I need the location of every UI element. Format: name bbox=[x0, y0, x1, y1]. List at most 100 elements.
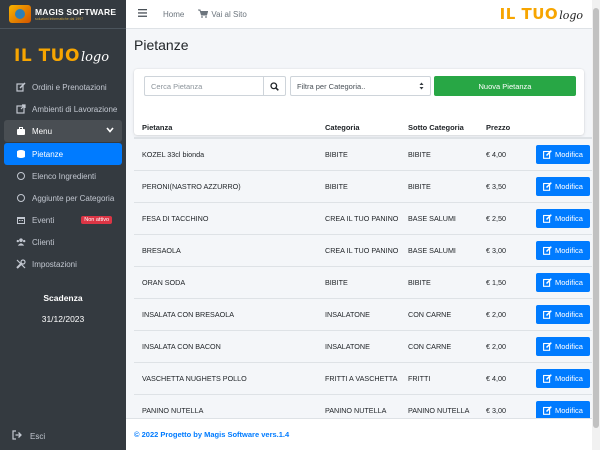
dish-subcategory-cell: CON CARNE bbox=[400, 297, 478, 330]
search-group bbox=[144, 76, 288, 96]
header-logo: IL TUO logo bbox=[500, 5, 583, 23]
dish-name-cell: PERONI(NASTRO AZZURRO) bbox=[134, 169, 317, 202]
sidebar-item-ingredienti[interactable]: Elenco Ingredienti bbox=[4, 165, 122, 187]
edit-dish-label: Modifica bbox=[555, 277, 583, 287]
edit-dish-label: Modifica bbox=[555, 245, 583, 255]
dish-name-cell: KOZEL 33cl bionda bbox=[134, 137, 317, 170]
database-icon bbox=[16, 149, 26, 159]
hamburger-menu-icon[interactable] bbox=[138, 8, 147, 20]
dish-actions-cell: Modifica bbox=[528, 201, 592, 234]
dish-actions-cell: Modifica bbox=[528, 329, 592, 362]
dish-name-cell: INSALATA CON BACON bbox=[134, 329, 317, 362]
sidebar-item-menu[interactable]: Menu bbox=[4, 120, 122, 142]
dish-name-cell: INSALATA CON BRESAOLA bbox=[134, 297, 317, 330]
calendar-icon bbox=[16, 215, 26, 225]
dish-price-cell: € 4,00 bbox=[478, 137, 528, 170]
edit-dish-button[interactable]: Modifica bbox=[536, 272, 590, 292]
sidebar-item-eventi[interactable]: Eventi Non attivo bbox=[4, 209, 122, 231]
dish-subcategory-cell: BIBITE bbox=[400, 169, 478, 202]
logout-button[interactable]: Esci bbox=[12, 430, 45, 442]
top-navbar: Home Vai al Sito IL TUO logo bbox=[126, 0, 600, 29]
external-link-icon bbox=[16, 104, 26, 114]
sidebar-item-clienti[interactable]: Clienti bbox=[4, 231, 122, 253]
sidebar-item-label: Menu bbox=[32, 126, 53, 136]
edit-dish-button[interactable]: Modifica bbox=[536, 400, 590, 418]
home-link[interactable]: Home bbox=[163, 10, 184, 19]
page-scrollbar[interactable] bbox=[592, 0, 600, 450]
footer: © 2022 Progetto by Magis Software vers.1… bbox=[126, 418, 600, 450]
scrollbar-thumb[interactable] bbox=[593, 8, 599, 428]
footer-text: © 2022 Progetto by Magis Software vers.1… bbox=[134, 430, 289, 439]
dish-name-cell: ORAN SODA bbox=[134, 265, 317, 298]
sidebar-item-label: Eventi bbox=[32, 215, 55, 225]
dish-category-cell: BIBITE bbox=[317, 169, 400, 202]
users-icon bbox=[16, 237, 26, 247]
dish-subcategory-cell: BIBITE bbox=[400, 265, 478, 298]
dish-category-cell: INSALATONE bbox=[317, 329, 400, 362]
sidebar-item-ambienti[interactable]: Ambienti di Lavorazione bbox=[4, 98, 122, 120]
search-button[interactable] bbox=[264, 76, 286, 96]
table-row: ORAN SODA BIBITE BIBITE € 1,50 Modifica bbox=[134, 265, 592, 298]
logo-main-text: IL TUO bbox=[14, 46, 80, 66]
edit-dish-button[interactable]: Modifica bbox=[536, 144, 590, 164]
brand-logo-icon bbox=[9, 5, 31, 23]
sidebar: MAGIS SOFTWARE soluzioni informatiche da… bbox=[0, 0, 126, 450]
search-input[interactable] bbox=[144, 76, 264, 96]
edit-dish-button[interactable]: Modifica bbox=[536, 336, 590, 356]
edit-dish-button[interactable]: Modifica bbox=[536, 240, 590, 260]
main-content: Pietanze Filtra per Categoria.. Nuova Pi… bbox=[126, 29, 600, 450]
dish-category-cell: CREA IL TUO PANINO bbox=[317, 201, 400, 234]
footer-copyright: © 2022 Progetto by Magis Software bbox=[134, 430, 260, 439]
circle-icon bbox=[16, 193, 26, 203]
column-header-subcategory[interactable]: Sotto Categoria bbox=[400, 118, 478, 139]
dish-category-cell: BIBITE bbox=[317, 265, 400, 298]
dish-category-cell: BIBITE bbox=[317, 137, 400, 170]
logo-main-text: IL TUO bbox=[499, 5, 559, 23]
deadline: Scadenza 31/12/2023 bbox=[0, 293, 126, 324]
edit-icon bbox=[543, 373, 552, 383]
dish-price-cell: € 4,00 bbox=[478, 361, 528, 394]
brand[interactable]: MAGIS SOFTWARE soluzioni informatiche da… bbox=[0, 0, 126, 29]
column-header-category[interactable]: Categoria bbox=[317, 118, 400, 139]
sidebar-item-ordini[interactable]: Ordini e Prenotazioni bbox=[4, 76, 122, 98]
site-link[interactable]: Vai al Sito bbox=[198, 8, 247, 20]
column-header-price[interactable]: Prezzo bbox=[478, 118, 528, 139]
category-filter-select[interactable]: Filtra per Categoria.. bbox=[290, 76, 431, 96]
dish-price-cell: € 2,00 bbox=[478, 297, 528, 330]
edit-dish-label: Modifica bbox=[555, 341, 583, 351]
table-row: INSALATA CON BACON INSALATONE CON CARNE € 2… bbox=[134, 329, 592, 362]
sidebar-item-pietanze[interactable]: Pietanze bbox=[4, 143, 122, 165]
logout-label: Esci bbox=[30, 431, 46, 441]
sidebar-item-label: Impostazioni bbox=[32, 259, 77, 269]
column-header-name[interactable]: Pietanza bbox=[134, 118, 317, 139]
edit-dish-button[interactable]: Modifica bbox=[536, 176, 590, 196]
edit-dish-button[interactable]: Modifica bbox=[536, 208, 590, 228]
new-dish-button[interactable]: Nuova Pietanza bbox=[434, 76, 576, 96]
sign-out-icon bbox=[12, 430, 22, 442]
dish-actions-cell: Modifica bbox=[528, 137, 592, 170]
sidebar-item-aggiunte[interactable]: Aggiunte per Categoria bbox=[4, 187, 122, 209]
edit-icon bbox=[16, 82, 26, 92]
table-row: KOZEL 33cl bionda BIBITE BIBITE € 4,00 Modif… bbox=[134, 137, 592, 170]
table-row: INSALATA CON BRESAOLA INSALATONE CON CARNE… bbox=[134, 297, 592, 330]
circle-icon bbox=[16, 171, 26, 181]
dish-subcategory-cell: BASE SALUMI bbox=[400, 201, 478, 234]
dish-name-cell: BRESAOLA bbox=[134, 233, 317, 266]
edit-dish-button[interactable]: Modifica bbox=[536, 368, 590, 388]
table-row: PERONI(NASTRO AZZURRO) BIBITE BIBITE € 3,50… bbox=[134, 169, 592, 202]
select-arrows-icon bbox=[419, 82, 424, 90]
dish-actions-cell: Modifica bbox=[528, 169, 592, 202]
chevron-down-icon bbox=[106, 127, 114, 135]
sidebar-logo: IL TUO logo bbox=[14, 46, 126, 76]
dish-subcategory-cell: CON CARNE bbox=[400, 329, 478, 362]
table-row: PANINO NUTELLA PANINO NUTELLA PANINO NUTEL… bbox=[134, 393, 592, 418]
sidebar-item-label: Pietanze bbox=[32, 149, 64, 159]
logo-script-text: logo bbox=[559, 9, 583, 22]
dishes-table: Pietanza Categoria Sotto Categoria Prezz… bbox=[134, 118, 592, 418]
dish-price-cell: € 3,00 bbox=[478, 233, 528, 266]
sidebar-item-impostazioni[interactable]: Impostazioni bbox=[4, 253, 122, 275]
dish-price-cell: € 1,50 bbox=[478, 265, 528, 298]
edit-icon bbox=[543, 181, 552, 191]
edit-dish-button[interactable]: Modifica bbox=[536, 304, 590, 324]
table-row: FESA DI TACCHINO CREA IL TUO PANINO BASE S… bbox=[134, 201, 592, 234]
